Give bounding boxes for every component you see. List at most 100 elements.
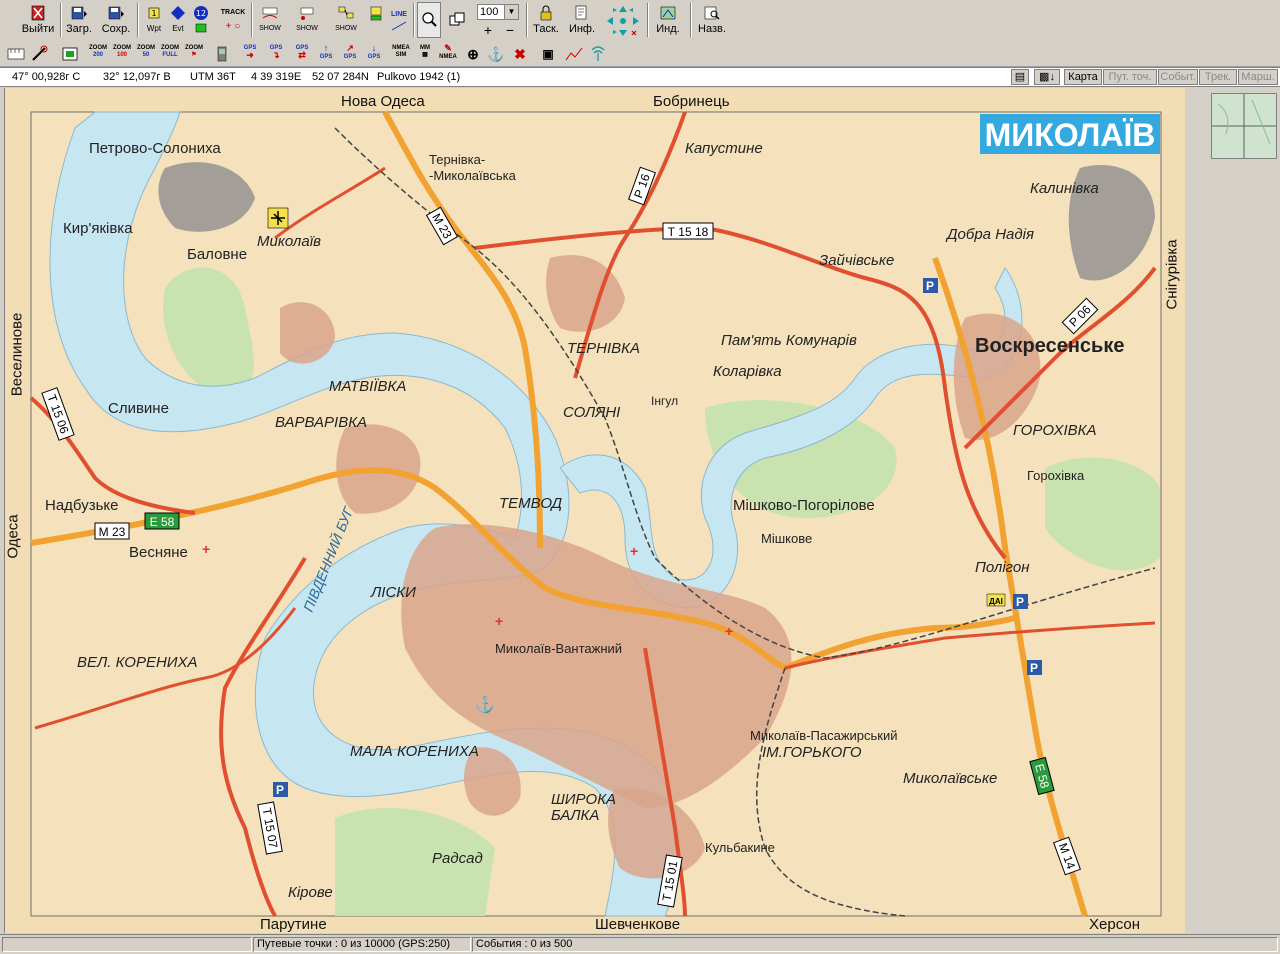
add-remove-icon: + ○ (225, 21, 241, 32)
mm-grid-icon: ▦ (422, 52, 428, 58)
place-lisky: ЛІСКИ (371, 584, 416, 601)
target-button[interactable]: ⊕ (463, 45, 483, 63)
exit-button[interactable]: Выйти (18, 2, 58, 38)
chevron-down-icon[interactable]: ▼ (504, 5, 518, 19)
save-map-button[interactable]: ▩↓ (1034, 69, 1060, 85)
zoom-tool-button[interactable] (417, 2, 441, 38)
separator (60, 3, 62, 37)
nmea-sim-button[interactable]: NMEA SIM (391, 45, 411, 63)
pencil-icon: ✎ (444, 43, 452, 53)
line-button[interactable]: LINE (388, 2, 410, 38)
window-button[interactable] (445, 2, 469, 38)
show-points-button[interactable]: SHOW (291, 2, 323, 38)
zoom-out-button[interactable]: − (500, 22, 520, 38)
shield-t1518-label: Т 15 18 (668, 225, 709, 239)
gps-waypoint-button[interactable]: ↗ GPS (340, 43, 360, 63)
anchor-button[interactable]: ⚓ (486, 45, 506, 63)
place-mishkove: Мішкове (761, 531, 813, 546)
place-temvod: ТЕМВОД (499, 495, 563, 512)
datum-value: Pulkovo 1942 (1) (377, 71, 461, 83)
zoom-200-button[interactable]: ZOOM 200 (87, 45, 109, 63)
info-document-icon (575, 5, 587, 20)
waypoint-button[interactable]: 1 Wpt (141, 2, 167, 38)
load-button[interactable]: Загр. (64, 2, 94, 38)
zoom-level-select[interactable]: 100 ▼ (477, 4, 519, 20)
gps-connect-button[interactable] (212, 45, 232, 63)
hospital-icon: + (630, 543, 638, 559)
gps-event-button[interactable]: ↓ GPS (364, 44, 384, 63)
place-mykolaivske: Миколаївське (903, 770, 998, 787)
place-voskresenske: Воскресенське (975, 335, 1125, 357)
signal-icon (591, 46, 605, 61)
show-routes-button[interactable]: SHOW (331, 2, 361, 38)
gps-route-button[interactable]: ↑ GPS (316, 44, 336, 63)
main-toolbar: Выйти Загр. Сохр. 1 Wpt Evt 12 TRACK + ○… (0, 0, 1280, 43)
profile-button[interactable] (564, 45, 584, 63)
separator (526, 3, 528, 37)
gps-upload-button[interactable]: GPS ➜ (240, 45, 260, 63)
status-events: События : 0 из 500 (472, 937, 1278, 952)
port-anchor-icon: ⚓ (475, 695, 495, 714)
zoom-custom-button[interactable]: ZOOM ⚑ (183, 45, 205, 63)
pan-button[interactable] (603, 2, 643, 38)
hospital-icon: + (725, 623, 733, 639)
pan-arrows-icon (607, 6, 639, 36)
map-info-icon: ▣ (542, 47, 554, 61)
settings-tool-button[interactable] (30, 45, 50, 63)
map-info-button[interactable]: ▣ (538, 45, 558, 63)
arrow-up-right-icon: ↗ (346, 43, 354, 53)
tab-map[interactable]: Карта (1064, 69, 1102, 85)
parking-label: P (276, 783, 284, 797)
edge-label-veselynove: Веселинове (8, 312, 26, 397)
show-track-button[interactable]: SHOW (255, 2, 285, 38)
gps-device-icon (217, 46, 227, 62)
green-square-icon (195, 23, 207, 33)
waypoint-flag-icon: 1 (148, 7, 160, 19)
latitude-value: 47° 00,928г С (12, 71, 81, 83)
place-petrovo-solonykha: Петрово-Солониха (89, 140, 221, 157)
zoom-full-button[interactable]: ZOOM FULL (159, 45, 181, 63)
signal-button[interactable] (588, 45, 608, 63)
route-number-button[interactable]: 12 (191, 2, 211, 38)
mark-button[interactable] (366, 2, 386, 38)
tools-icon (32, 45, 48, 61)
tab-waypoints[interactable]: Пут. точ. (1103, 69, 1157, 85)
tab-routes[interactable]: Марш. (1238, 69, 1278, 85)
event-diamond-icon (171, 6, 185, 20)
tab-tracks[interactable]: Трек. (1199, 69, 1237, 85)
stop-icon: ✖ (514, 46, 526, 62)
gps-download-button[interactable]: GPS ↴ (266, 45, 286, 63)
info-button[interactable]: Инф. (566, 2, 598, 38)
nmea-button[interactable]: ✎ NMEA (438, 43, 458, 63)
event-button[interactable]: Evt (167, 2, 189, 38)
tab-events[interactable]: Событ. (1158, 69, 1198, 85)
search-names-icon (704, 6, 720, 20)
place-im-horkoho: ІМ.ГОРЬКОГО (762, 744, 862, 761)
map-view[interactable]: МИКОЛАЇВ М 23 М 23 Е 58 Р 16 Т 15 18 Р 0… (4, 88, 1185, 933)
zoom-100-button[interactable]: ZOOM 100 (111, 45, 133, 63)
save-button[interactable]: Сохр. (100, 2, 132, 38)
stop-button[interactable]: ✖ (510, 45, 530, 63)
svg-text:1: 1 (151, 9, 156, 18)
points-icon (300, 7, 314, 20)
names-button[interactable]: Назв. (694, 2, 730, 38)
arrow-down-icon: ↴ (272, 50, 280, 60)
mm-button[interactable]: MM ▦ (415, 45, 435, 63)
overview-minimap[interactable] (1211, 93, 1277, 159)
place-kirove: Кірове (288, 884, 333, 901)
track-button[interactable]: TRACK + ○ (218, 2, 248, 38)
ruler-tool-button[interactable] (6, 45, 26, 63)
gps-track-button[interactable]: GPS ⇄ (292, 45, 312, 63)
map-frame-button[interactable] (60, 45, 80, 63)
zoom-50-button[interactable]: ZOOM 50 (135, 45, 157, 63)
task-button[interactable]: Таск. (530, 2, 562, 38)
export-image-button[interactable]: ▤ (1011, 69, 1029, 85)
place-horokhivka-upper: ГОРОХІВКА (1013, 422, 1097, 439)
routes-icon (338, 6, 354, 19)
zoom-in-button[interactable]: + (478, 22, 498, 38)
station-mykolaiv-vantazhnyi: Миколаїв-Вантажний (495, 641, 623, 656)
police-label: ДАІ (989, 597, 1003, 606)
edge-label-snihurivka: Снігурівка (1163, 239, 1181, 310)
index-button[interactable]: Инд. (651, 2, 685, 38)
place-matviivka: МАТВІЇВКА (329, 378, 407, 395)
